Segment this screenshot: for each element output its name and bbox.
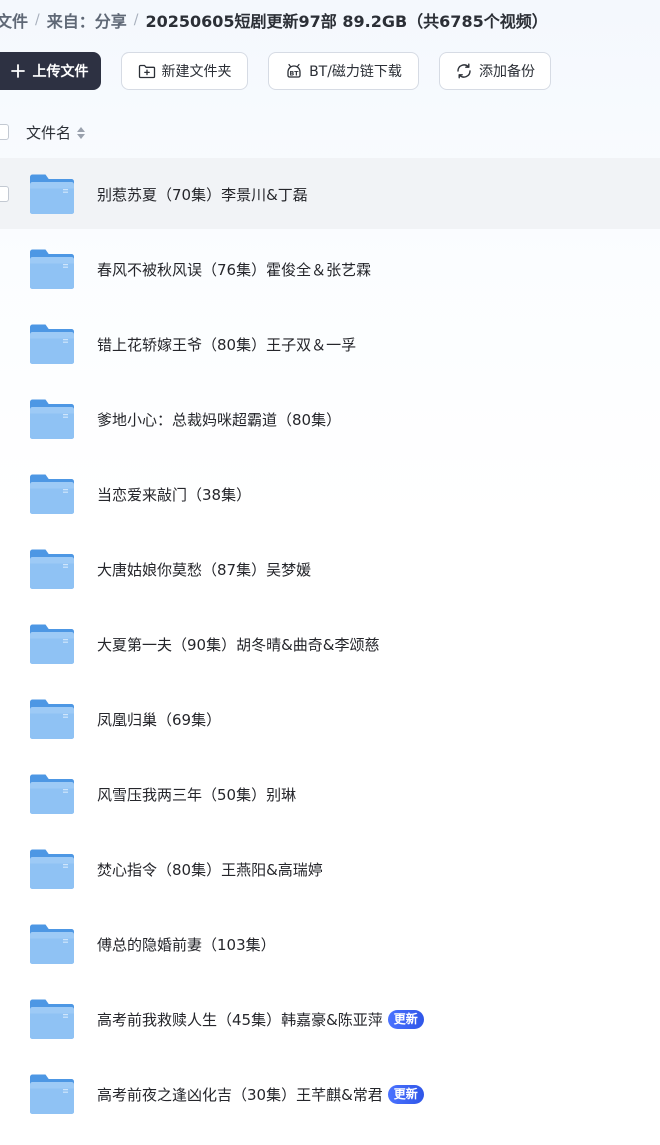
file-row[interactable]: 春风不被秋风误（76集）霍俊全＆张艺霖: [0, 233, 660, 308]
bt-magnet-icon: BT: [285, 62, 303, 80]
folder-plus-icon: [138, 62, 156, 80]
file-row[interactable]: 大夏第一夫（90集）胡冬晴&曲奇&李颂慈: [0, 608, 660, 683]
file-name-text: 大夏第一夫（90集）胡冬晴&曲奇&李颂慈: [97, 636, 380, 654]
file-name[interactable]: 别惹苏夏（70集）李景川&丁磊: [97, 184, 308, 205]
file-name-text: 高考前夜之逢凶化吉（30集）王芊麒&常君: [97, 1086, 383, 1104]
file-name[interactable]: 高考前夜之逢凶化吉（30集）王芊麒&常君 更新: [97, 1084, 424, 1105]
folder-icon: [29, 998, 75, 1040]
folder-icon: [29, 323, 75, 365]
file-list-header: 文件名: [0, 118, 660, 148]
toolbar: 上传文件 新建文件夹 BT BT/磁力链下载 添加备份: [0, 52, 660, 92]
upload-file-label: 上传文件: [32, 64, 89, 80]
file-row[interactable]: 大唐姑娘你莫愁（87集）吴梦媛: [0, 533, 660, 608]
file-name[interactable]: 风雪压我两三年（50集）别琳: [97, 784, 296, 805]
folder-icon: [29, 698, 75, 740]
bt-magnet-download-label: BT/磁力链下载: [309, 64, 402, 80]
file-row[interactable]: 高考前我救赎人生（45集）韩嘉豪&陈亚萍 更新: [0, 983, 660, 1058]
folder-icon: [29, 848, 75, 890]
file-row[interactable]: 别惹苏夏（70集）李景川&丁磊: [0, 158, 660, 229]
update-badge: 更新: [387, 1010, 424, 1029]
file-name[interactable]: 大夏第一夫（90集）胡冬晴&曲奇&李颂慈: [97, 634, 379, 655]
file-name[interactable]: 爹地小心：总裁妈咪超霸道（80集）: [97, 409, 341, 430]
file-name[interactable]: 春风不被秋风误（76集）霍俊全＆张艺霖: [97, 259, 371, 280]
update-badge: 更新: [387, 1085, 424, 1104]
new-folder-label: 新建文件夹: [161, 64, 232, 80]
breadcrumb-root[interactable]: 文件: [0, 8, 28, 32]
file-name-text: 傅总的隐婚前妻（103集）: [97, 936, 276, 954]
sync-icon: [455, 62, 473, 80]
svg-text:BT: BT: [290, 70, 300, 77]
upload-file-button[interactable]: 上传文件: [0, 52, 101, 90]
folder-icon: [29, 623, 75, 665]
file-name[interactable]: 焚心指令（80集）王燕阳&高瑞婷: [97, 859, 323, 880]
file-row[interactable]: 当恋爱来敲门（38集）: [0, 458, 660, 533]
file-name-text: 凤凰归巢（69集）: [97, 711, 222, 729]
file-name-text: 爹地小心：总裁妈咪超霸道（80集）: [97, 411, 342, 429]
folder-icon: [29, 173, 75, 215]
file-name[interactable]: 高考前我救赎人生（45集）韩嘉豪&陈亚萍 更新: [97, 1009, 424, 1030]
folder-icon: [29, 473, 75, 515]
file-name-text: 焚心指令（80集）王燕阳&高瑞婷: [97, 861, 323, 879]
breadcrumb-current: 20250605短剧更新97部 89.2GB（共6785个视频）: [145, 12, 548, 31]
file-row[interactable]: 错上花轿嫁王爷（80集）王子双＆一孚: [0, 308, 660, 383]
bt-magnet-download-button[interactable]: BT BT/磁力链下载: [268, 52, 419, 90]
file-row[interactable]: 凤凰归巢（69集）: [0, 683, 660, 758]
new-folder-button[interactable]: 新建文件夹: [121, 52, 248, 90]
file-name-text: 高考前我救赎人生（45集）韩嘉豪&陈亚萍: [97, 1011, 383, 1029]
select-all-checkbox[interactable]: [0, 124, 9, 140]
add-backup-label: 添加备份: [479, 64, 535, 80]
file-row[interactable]: 傅总的隐婚前妻（103集）: [0, 908, 660, 983]
folder-icon: [29, 773, 75, 815]
breadcrumb-separator: /: [133, 12, 139, 28]
breadcrumb: 文件 / 来自：分享 / 20250605短剧更新97部 89.2GB（共678…: [0, 8, 548, 32]
breadcrumb-source[interactable]: 来自：分享: [47, 8, 127, 32]
file-name-text: 错上花轿嫁王爷（80集）王子双＆一孚: [97, 336, 357, 354]
file-name-text: 风雪压我两三年（50集）别琳: [97, 786, 297, 804]
file-row[interactable]: 风雪压我两三年（50集）别琳: [0, 758, 660, 833]
file-name[interactable]: 傅总的隐婚前妻（103集）: [97, 934, 276, 955]
folder-icon: [29, 248, 75, 290]
plus-icon: [9, 62, 27, 80]
file-row[interactable]: 爹地小心：总裁妈咪超霸道（80集）: [0, 383, 660, 458]
file-name-text: 别惹苏夏（70集）李景川&丁磊: [97, 186, 308, 204]
column-header-filename[interactable]: 文件名: [26, 122, 71, 143]
breadcrumb-separator: /: [35, 12, 40, 28]
file-name[interactable]: 错上花轿嫁王爷（80集）王子双＆一孚: [97, 334, 356, 355]
file-list: 别惹苏夏（70集）李景川&丁磊 春风不被秋风误（76集）霍俊全＆张艺霖 错上花轿…: [0, 158, 660, 1133]
file-row[interactable]: 高考前夜之逢凶化吉（30集）王芊麒&常君 更新: [0, 1058, 660, 1133]
row-checkbox[interactable]: [0, 186, 9, 202]
file-name[interactable]: 当恋爱来敲门（38集）: [97, 484, 251, 505]
add-backup-button[interactable]: 添加备份: [439, 52, 551, 90]
file-name[interactable]: 凤凰归巢（69集）: [97, 709, 221, 730]
file-name-text: 大唐姑娘你莫愁（87集）吴梦媛: [97, 561, 312, 579]
folder-icon: [29, 923, 75, 965]
file-name-text: 当恋爱来敲门（38集）: [97, 486, 252, 504]
file-name-text: 春风不被秋风误（76集）霍俊全＆张艺霖: [97, 261, 372, 279]
folder-icon: [29, 548, 75, 590]
folder-icon: [29, 398, 75, 440]
file-row[interactable]: 焚心指令（80集）王燕阳&高瑞婷: [0, 833, 660, 908]
sort-icon[interactable]: [76, 125, 86, 139]
folder-icon: [29, 1073, 75, 1115]
file-name[interactable]: 大唐姑娘你莫愁（87集）吴梦媛: [97, 559, 311, 580]
